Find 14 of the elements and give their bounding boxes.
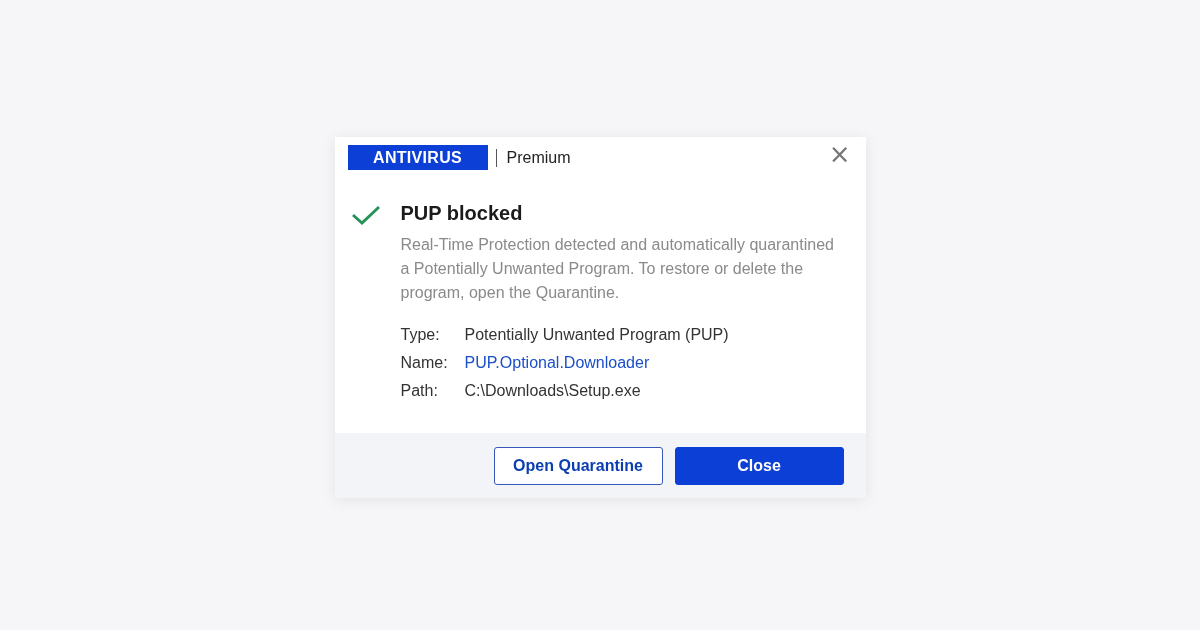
detail-label: Name: — [400, 352, 449, 373]
close-button[interactable]: × — [826, 142, 853, 165]
checkmark-icon — [350, 203, 381, 226]
detail-label: Type: — [400, 324, 441, 345]
detail-label: Path: — [400, 380, 439, 401]
brand-logo: ANTIVIRUS — [347, 145, 488, 170]
close-dialog-button[interactable]: Close — [674, 446, 844, 485]
detail-value: Potentially Unwanted Program (PUP) — [464, 324, 729, 345]
detail-value: C:\Downloads\Setup.exe — [464, 380, 641, 401]
open-quarantine-button[interactable]: Open Quarantine — [493, 446, 663, 485]
detail-link[interactable]: PUP.Optional.Downloader — [464, 348, 650, 377]
dialog-title: PUP blocked — [400, 201, 524, 225]
edition-label: Premium — [506, 148, 571, 167]
message-text: Real-Time Protection detected and automatically quarantined a Potentially Unwanted Program. To restore or delete the program, open the Quarantine. — [400, 234, 835, 303]
